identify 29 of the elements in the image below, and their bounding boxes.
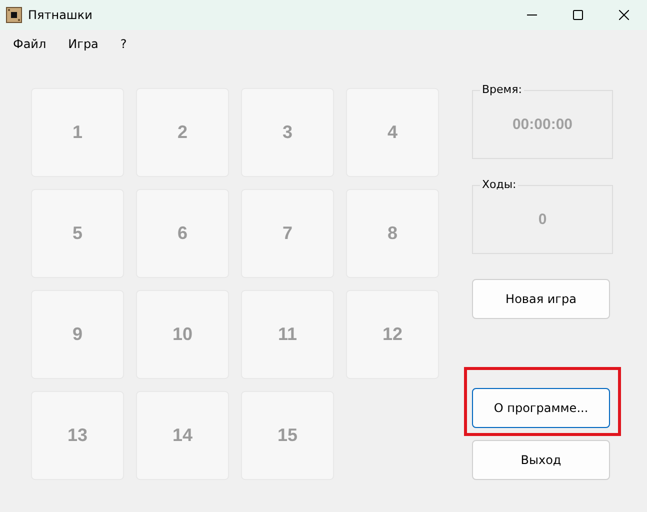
tile[interactable]: 6 — [136, 189, 229, 278]
tile[interactable]: 14 — [136, 391, 229, 480]
button[interactable]: Выход — [472, 440, 610, 480]
tile[interactable]: 10 — [136, 290, 229, 379]
group-value: 0 — [538, 211, 547, 228]
tile[interactable]: 9 — [31, 290, 124, 379]
group-value: 00:00:00 — [512, 116, 573, 133]
maximize-icon — [573, 10, 583, 20]
tile[interactable]: 8 — [346, 189, 439, 278]
tile[interactable]: 2 — [136, 88, 229, 177]
tile[interactable]: 11 — [241, 290, 334, 379]
tile[interactable]: 15 — [241, 391, 334, 480]
tile[interactable]: 3 — [241, 88, 334, 177]
tile[interactable]: 13 — [31, 391, 124, 480]
group-title: Ходы: — [480, 178, 518, 191]
puzzle-icon — [6, 7, 22, 23]
menu-item[interactable]: Игра — [61, 34, 106, 54]
group-title: Время: — [480, 83, 524, 96]
tile[interactable]: 7 — [241, 189, 334, 278]
button[interactable]: О программе... — [472, 388, 610, 428]
tile[interactable]: 4 — [346, 88, 439, 177]
menu-item[interactable]: ? — [113, 34, 134, 54]
close-icon — [619, 10, 629, 20]
window-title: Пятнашки — [28, 8, 94, 22]
button[interactable]: Новая игра — [472, 279, 610, 319]
tile[interactable]: 12 — [346, 290, 439, 379]
tile[interactable]: 1 — [31, 88, 124, 177]
tile[interactable]: 5 — [31, 189, 124, 278]
menu-item[interactable]: Файл — [6, 34, 54, 54]
